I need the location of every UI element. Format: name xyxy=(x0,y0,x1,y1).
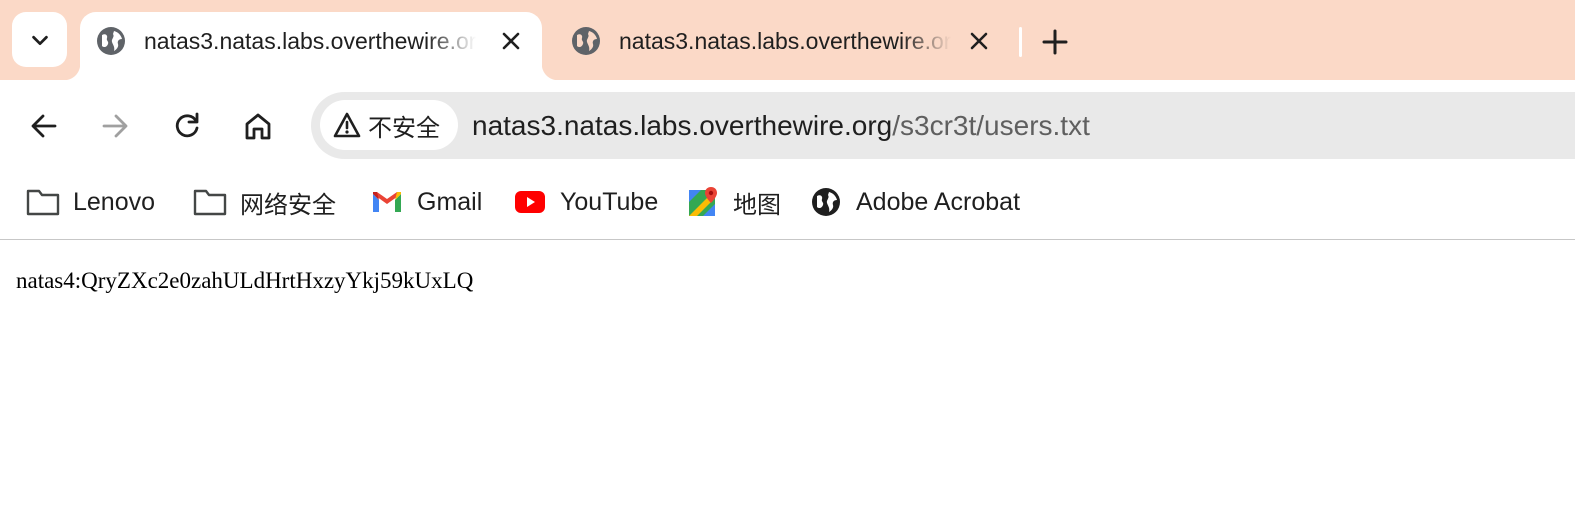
bookmark-gmail[interactable]: Gmail xyxy=(370,182,482,222)
reload-icon xyxy=(175,112,199,138)
tab-strip: natas3.natas.labs.overthewire.org natas3… xyxy=(0,0,1575,80)
bookmarks-bar: Lenovo 网络安全 Gmail YouTube 地图 Adobe Acrob… xyxy=(0,172,1575,240)
tab-inactive[interactable]: natas3.natas.labs.overthewire.org xyxy=(555,12,1010,80)
url-path: /s3cr3t/users.txt xyxy=(892,110,1090,141)
globe-icon xyxy=(572,27,600,55)
warning-icon xyxy=(332,110,362,140)
url-text[interactable]: natas3.natas.labs.overthewire.org/s3cr3t… xyxy=(472,109,1090,143)
bookmark-label: 地图 xyxy=(733,190,781,219)
globe-icon xyxy=(97,27,125,55)
page-text: natas4:QryZXc2e0zahULdHrtHxzyYkj59kUxLQ xyxy=(16,268,474,293)
bookmark-network-security[interactable]: 网络安全 xyxy=(193,182,336,222)
bookmark-label: Lenovo xyxy=(73,187,156,216)
bookmark-label: YouTube xyxy=(560,187,659,216)
plus-icon xyxy=(1042,29,1068,55)
address-bar[interactable]: 不安全 natas3.natas.labs.overthewire.org/s3… xyxy=(311,92,1575,159)
tab-title: natas3.natas.labs.overthewire.org xyxy=(144,28,476,54)
bookmark-adobe-acrobat[interactable]: Adobe Acrobat xyxy=(809,182,1020,222)
folder-icon xyxy=(26,185,60,219)
close-icon[interactable] xyxy=(498,28,524,54)
new-tab-button[interactable] xyxy=(1035,22,1075,62)
youtube-icon xyxy=(513,185,547,219)
forward-button[interactable] xyxy=(93,104,137,148)
folder-icon xyxy=(193,185,227,219)
bookmark-youtube[interactable]: YouTube xyxy=(513,182,658,222)
gmail-icon xyxy=(370,185,404,219)
reload-button[interactable] xyxy=(165,104,209,148)
security-chip[interactable]: 不安全 xyxy=(320,100,458,150)
maps-icon xyxy=(686,185,720,219)
home-icon xyxy=(245,113,271,140)
toolbar: 不安全 natas3.natas.labs.overthewire.org/s3… xyxy=(0,80,1575,172)
chevron-down-icon xyxy=(31,35,48,45)
bookmark-lenovo[interactable]: Lenovo xyxy=(26,182,155,222)
close-icon[interactable] xyxy=(966,28,992,54)
bookmark-label: Gmail xyxy=(417,187,483,216)
bookmark-label: 网络安全 xyxy=(240,190,336,219)
tab-active[interactable]: natas3.natas.labs.overthewire.org xyxy=(64,12,558,80)
tab-separator xyxy=(1019,27,1022,57)
url-host: natas3.natas.labs.overthewire.org xyxy=(472,110,893,141)
arrow-left-icon xyxy=(31,114,57,138)
globe-icon xyxy=(809,185,843,219)
arrow-right-icon xyxy=(102,114,128,138)
back-button[interactable] xyxy=(22,104,66,148)
tab-search-button[interactable] xyxy=(12,12,67,67)
tab-title: natas3.natas.labs.overthewire.org xyxy=(619,28,951,54)
home-button[interactable] xyxy=(236,104,280,148)
security-label: 不安全 xyxy=(368,113,440,142)
bookmark-label: Adobe Acrobat xyxy=(856,187,1021,216)
bookmark-maps[interactable]: 地图 xyxy=(686,182,781,222)
